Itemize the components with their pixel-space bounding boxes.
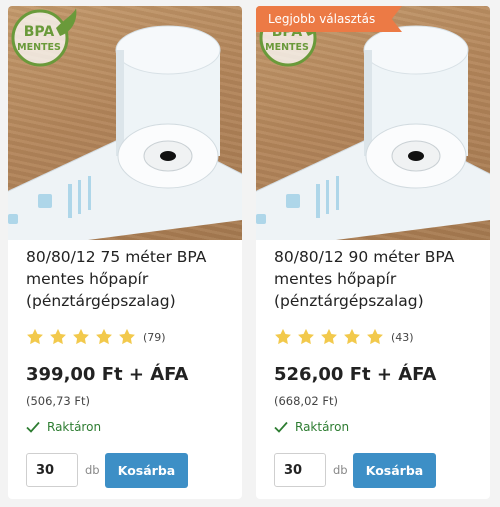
product-title[interactable]: 80/80/12 90 méter BPA mentes hőpapír (pé…	[274, 246, 479, 312]
net-price: 399,00 Ft + ÁFA	[26, 364, 189, 385]
unit-label: db	[85, 463, 100, 477]
star-icon	[118, 328, 136, 346]
gross-price: (668,02 Ft)	[274, 394, 338, 408]
product-card[interactable]: BPA MENTES Legjobb választás 80/80/12 90…	[256, 6, 490, 499]
add-to-cart-button[interactable]: Kosárba	[353, 453, 436, 488]
product-title[interactable]: 80/80/12 75 méter BPA mentes hőpapír (pé…	[26, 246, 231, 312]
star-icon	[320, 328, 338, 346]
review-count[interactable]: (79)	[143, 331, 166, 344]
star-icon	[95, 328, 113, 346]
star-icon	[26, 328, 44, 346]
star-icon	[49, 328, 67, 346]
review-count[interactable]: (43)	[391, 331, 414, 344]
quantity-input[interactable]	[26, 453, 78, 487]
stock-status: Raktáron	[26, 420, 101, 434]
add-to-cart-button[interactable]: Kosárba	[105, 453, 188, 488]
star-icon	[343, 328, 361, 346]
rating[interactable]: (43)	[274, 328, 414, 346]
svg-text:BPA: BPA	[24, 24, 55, 40]
unit-label: db	[333, 463, 348, 477]
stock-status: Raktáron	[274, 420, 349, 434]
net-price: 526,00 Ft + ÁFA	[274, 364, 437, 385]
product-card[interactable]: BPA MENTES 80/80/12 75 méter BPA mentes …	[8, 6, 242, 499]
star-icon	[297, 328, 315, 346]
rating[interactable]: (79)	[26, 328, 166, 346]
product-image[interactable]: BPA MENTES Legjobb választás	[256, 6, 490, 240]
best-choice-ribbon: Legjobb választás	[256, 6, 402, 32]
star-icon	[366, 328, 384, 346]
product-image[interactable]: BPA MENTES	[8, 6, 242, 240]
stock-label: Raktáron	[47, 420, 102, 434]
stock-label: Raktáron	[295, 420, 350, 434]
quantity-input[interactable]	[274, 453, 326, 487]
svg-text:MENTES: MENTES	[265, 42, 309, 53]
checkmark-icon	[274, 421, 288, 433]
star-icon	[72, 328, 90, 346]
checkmark-icon	[26, 421, 40, 433]
gross-price: (506,73 Ft)	[26, 394, 90, 408]
bpa-free-badge: BPA MENTES	[11, 8, 77, 67]
svg-text:MENTES: MENTES	[17, 42, 61, 53]
star-icon	[274, 328, 292, 346]
